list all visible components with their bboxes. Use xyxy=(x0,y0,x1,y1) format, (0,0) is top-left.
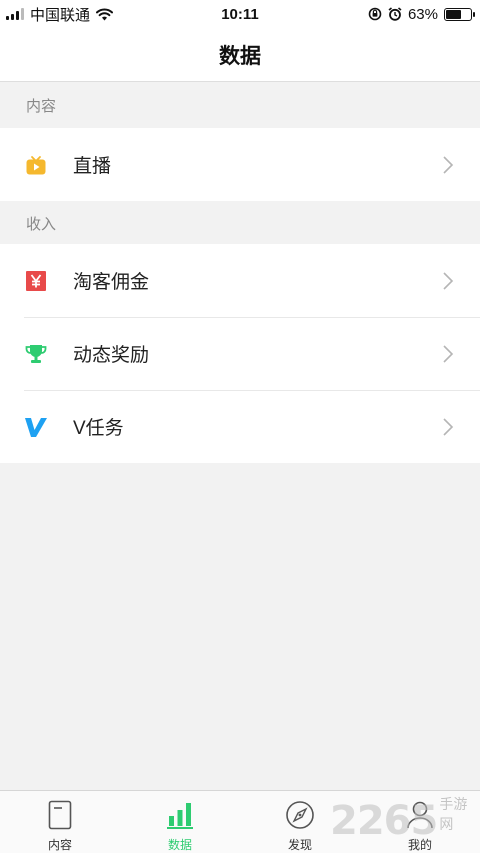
title-bar: 数据 xyxy=(0,28,480,82)
list-item-label: 动态奖励 xyxy=(73,345,150,366)
section-title: 收入 xyxy=(26,216,57,233)
yen-icon xyxy=(24,269,48,293)
income-list: 淘客佣金 动态奖励 V任务 xyxy=(0,244,480,463)
list-item-taoke-commission[interactable]: 淘客佣金 xyxy=(0,244,480,317)
chevron-right-icon xyxy=(428,128,468,201)
compass-icon xyxy=(285,799,315,831)
tab-label: 发现 xyxy=(287,838,312,852)
list-item-label: 直播 xyxy=(73,156,112,177)
list-item-label: V任务 xyxy=(73,418,124,439)
trophy-icon xyxy=(24,342,48,366)
watermark-number: 2265 xyxy=(330,798,438,844)
battery-icon xyxy=(444,7,475,21)
list-item-label: 淘客佣金 xyxy=(73,272,150,293)
rotation-lock-icon xyxy=(368,7,382,21)
status-bar: 中国联通 10:11 63% xyxy=(0,0,480,28)
list-item-live[interactable]: 直播 xyxy=(0,128,480,201)
battery-percent: 63% xyxy=(407,5,438,23)
content-list: 直播 xyxy=(0,128,480,201)
alarm-icon xyxy=(388,7,402,21)
bar-chart-icon xyxy=(165,799,195,831)
watermark-text: 手游网 xyxy=(439,796,468,832)
chevron-right-icon xyxy=(428,390,468,463)
section-header-content: 内容 xyxy=(0,83,480,128)
signal-icon xyxy=(6,8,24,20)
list-item-dynamic-reward[interactable]: 动态奖励 xyxy=(0,317,480,390)
tab-label: 内容 xyxy=(47,838,72,852)
tab-data[interactable]: 数据 xyxy=(120,791,240,853)
live-tv-icon xyxy=(24,153,48,177)
page-title: 数据 xyxy=(219,44,261,68)
watermark-logo: 2265 手游网 xyxy=(330,796,480,846)
carrier-name: 中国联通 xyxy=(30,6,91,24)
chevron-right-icon xyxy=(428,244,468,317)
section-header-income: 收入 xyxy=(0,201,480,246)
tab-label: 数据 xyxy=(167,838,192,852)
document-icon xyxy=(45,799,75,831)
section-title: 内容 xyxy=(26,98,57,115)
v-icon xyxy=(24,415,48,439)
tab-content[interactable]: 内容 xyxy=(0,791,120,853)
wifi-icon xyxy=(96,7,114,20)
chevron-right-icon xyxy=(428,317,468,390)
list-item-v-task[interactable]: V任务 xyxy=(0,390,480,463)
